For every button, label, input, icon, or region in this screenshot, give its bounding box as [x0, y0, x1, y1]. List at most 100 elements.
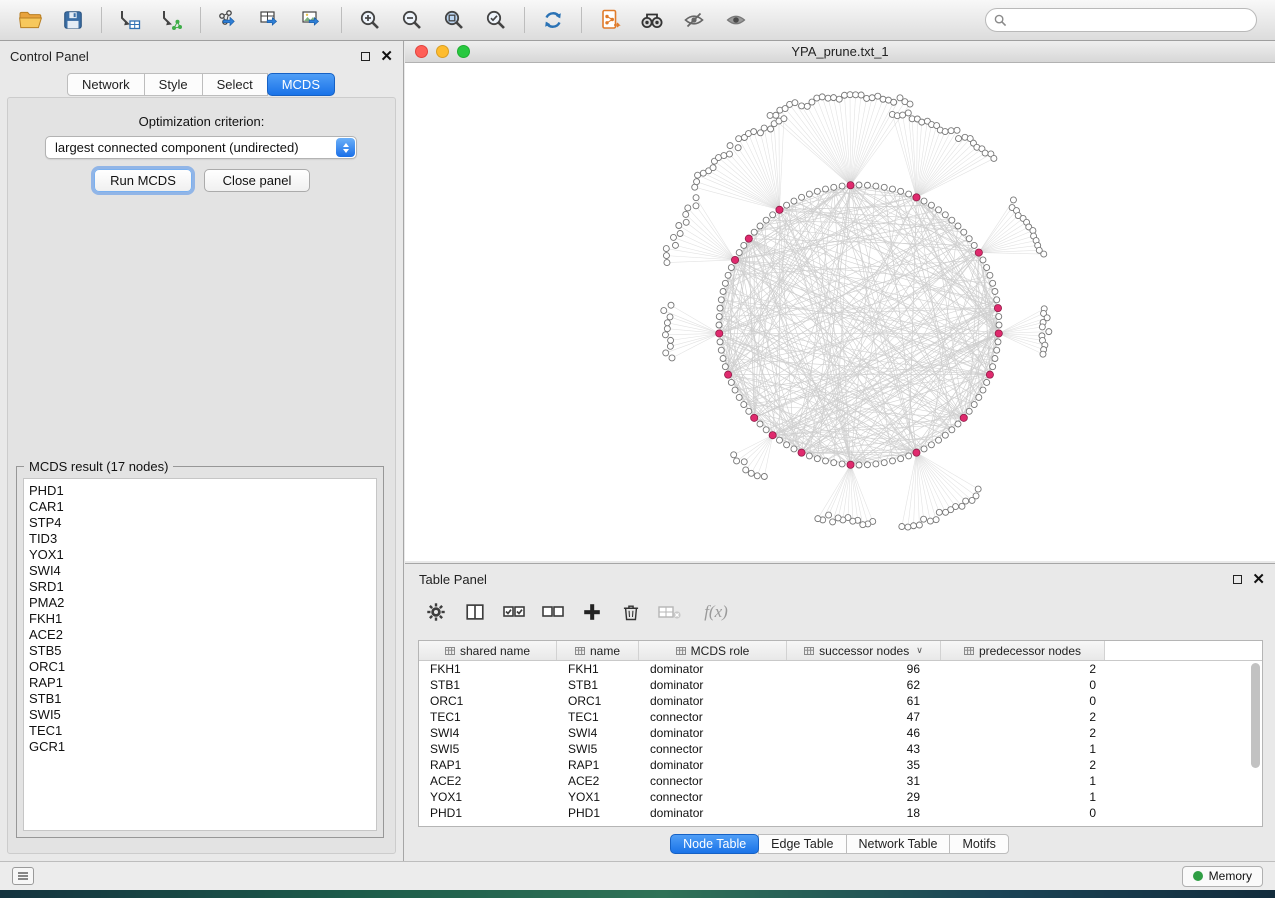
- zoom-out-icon[interactable]: [391, 3, 433, 37]
- mcds-result-item[interactable]: PHD1: [29, 483, 376, 499]
- table-cell: RAP1: [419, 758, 557, 772]
- network-window-titlebar[interactable]: YPA_prune.txt_1: [405, 41, 1275, 63]
- mcds-result-item[interactable]: TID3: [29, 531, 376, 547]
- memory-button[interactable]: Memory: [1182, 866, 1263, 887]
- table-row[interactable]: RAP1RAP1dominator352: [419, 757, 1262, 773]
- mcds-result-list[interactable]: PHD1CAR1STP4TID3YOX1SWI4SRD1PMA2FKH1ACE2…: [23, 478, 377, 831]
- table-row[interactable]: STB1STB1dominator620: [419, 677, 1262, 693]
- delete-row-icon[interactable]: [616, 597, 646, 627]
- close-panel-button[interactable]: Close panel: [204, 169, 310, 192]
- search-box[interactable]: [985, 8, 1257, 32]
- save-icon[interactable]: [52, 3, 94, 37]
- zoom-fit-icon[interactable]: [433, 3, 475, 37]
- table-row[interactable]: SWI5SWI5connector431: [419, 741, 1262, 757]
- tab-network-table[interactable]: Network Table: [846, 834, 951, 854]
- table-row[interactable]: SWI4SWI4dominator462: [419, 725, 1262, 741]
- search-network-icon[interactable]: [631, 3, 673, 37]
- table-cell: 35: [787, 758, 941, 772]
- tab-mcds[interactable]: MCDS: [267, 73, 335, 96]
- run-mcds-button[interactable]: Run MCDS: [94, 169, 192, 192]
- column-header-shared-name[interactable]: shared name: [419, 641, 557, 660]
- panel-list-button[interactable]: [12, 867, 34, 885]
- table-cell: SWI4: [419, 726, 557, 740]
- table-cell: connector: [639, 710, 787, 724]
- mcds-result-item[interactable]: STP4: [29, 515, 376, 531]
- zoom-selected-icon[interactable]: [475, 3, 517, 37]
- import-table-icon[interactable]: [109, 3, 151, 37]
- deselect-all-checks-icon[interactable]: [538, 597, 568, 627]
- column-header-name[interactable]: name: [557, 641, 639, 660]
- float-panel-icon[interactable]: [361, 52, 370, 61]
- table-cell: RAP1: [557, 758, 639, 772]
- column-header-MCDS-role[interactable]: MCDS role: [639, 641, 787, 660]
- zoom-in-icon[interactable]: [349, 3, 391, 37]
- control-panel: Control Panel ✕ NetworkStyleSelectMCDS O…: [0, 41, 404, 862]
- table-cell: TEC1: [557, 710, 639, 724]
- scrollbar-thumb[interactable]: [1251, 663, 1260, 768]
- mcds-result-item[interactable]: SWI4: [29, 563, 376, 579]
- toolbar-separator: [524, 7, 525, 33]
- select-all-checks-icon[interactable]: [499, 597, 529, 627]
- search-input[interactable]: [1012, 10, 1256, 30]
- table-cell: ACE2: [557, 774, 639, 788]
- table-cell: 47: [787, 710, 941, 724]
- tab-node-table[interactable]: Node Table: [670, 834, 759, 854]
- mcds-result-item[interactable]: TEC1: [29, 723, 376, 739]
- close-panel-icon[interactable]: ✕: [1252, 575, 1265, 584]
- mcds-result-item[interactable]: PMA2: [29, 595, 376, 611]
- mcds-result-item[interactable]: FKH1: [29, 611, 376, 627]
- mcds-result-item[interactable]: CAR1: [29, 499, 376, 515]
- open-folder-icon[interactable]: [10, 3, 52, 37]
- mcds-result-item[interactable]: SRD1: [29, 579, 376, 595]
- desktop-wallpaper: [0, 890, 1275, 898]
- tab-network[interactable]: Network: [67, 73, 145, 96]
- columns-icon[interactable]: [460, 597, 490, 627]
- table-scrollbar[interactable]: [1251, 663, 1260, 823]
- share-document-icon[interactable]: [589, 3, 631, 37]
- mcds-result-item[interactable]: YOX1: [29, 547, 376, 563]
- table-cell: dominator: [639, 694, 787, 708]
- tab-edge-table[interactable]: Edge Table: [758, 834, 846, 854]
- table-cell: SWI4: [557, 726, 639, 740]
- settings-gear-icon[interactable]: [421, 597, 451, 627]
- table-row[interactable]: ACE2ACE2connector311: [419, 773, 1262, 789]
- mcds-tab-content: Optimization criterion: largest connecte…: [7, 97, 396, 854]
- close-panel-icon[interactable]: ✕: [380, 52, 393, 61]
- control-panel-tabs: NetworkStyleSelectMCDS: [0, 73, 403, 96]
- mcds-result-item[interactable]: RAP1: [29, 675, 376, 691]
- export-network-icon[interactable]: [208, 3, 250, 37]
- application-window: Control Panel ✕ NetworkStyleSelectMCDS O…: [0, 0, 1275, 898]
- tab-motifs[interactable]: Motifs: [949, 834, 1008, 854]
- export-table-icon[interactable]: [250, 3, 292, 37]
- table-row[interactable]: ORC1ORC1dominator610: [419, 693, 1262, 709]
- import-network-icon[interactable]: [151, 3, 193, 37]
- refresh-icon[interactable]: [532, 3, 574, 37]
- table-row[interactable]: YOX1YOX1connector291: [419, 789, 1262, 805]
- toolbar-separator: [581, 7, 582, 33]
- mcds-result-item[interactable]: SWI5: [29, 707, 376, 723]
- table-cell: 1: [941, 790, 1105, 804]
- column-grid-icon: [964, 646, 974, 656]
- mcds-result-item[interactable]: STB5: [29, 643, 376, 659]
- criterion-dropdown[interactable]: largest connected component (undirected): [45, 136, 357, 159]
- export-image-icon[interactable]: [292, 3, 334, 37]
- mcds-result-item[interactable]: STB1: [29, 691, 376, 707]
- tab-select[interactable]: Select: [202, 73, 268, 96]
- table-row[interactable]: PHD1PHD1dominator180: [419, 805, 1262, 821]
- mcds-result-item[interactable]: ORC1: [29, 659, 376, 675]
- table-cell: STB1: [419, 678, 557, 692]
- network-canvas[interactable]: [405, 63, 1275, 561]
- hide-icon[interactable]: [673, 3, 715, 37]
- table-row[interactable]: FKH1FKH1dominator962: [419, 661, 1262, 677]
- network-view-window: YPA_prune.txt_1: [405, 41, 1275, 561]
- table-row[interactable]: TEC1TEC1connector472: [419, 709, 1262, 725]
- mcds-result-item[interactable]: GCR1: [29, 739, 376, 755]
- tab-style[interactable]: Style: [144, 73, 203, 96]
- column-header-successor-nodes[interactable]: successor nodes∨: [787, 641, 941, 660]
- column-header-predecessor-nodes[interactable]: predecessor nodes: [941, 641, 1105, 660]
- mcds-result-item[interactable]: ACE2: [29, 627, 376, 643]
- add-row-icon[interactable]: [577, 597, 607, 627]
- show-icon[interactable]: [715, 3, 757, 37]
- table-cell: 46: [787, 726, 941, 740]
- float-panel-icon[interactable]: [1233, 575, 1242, 584]
